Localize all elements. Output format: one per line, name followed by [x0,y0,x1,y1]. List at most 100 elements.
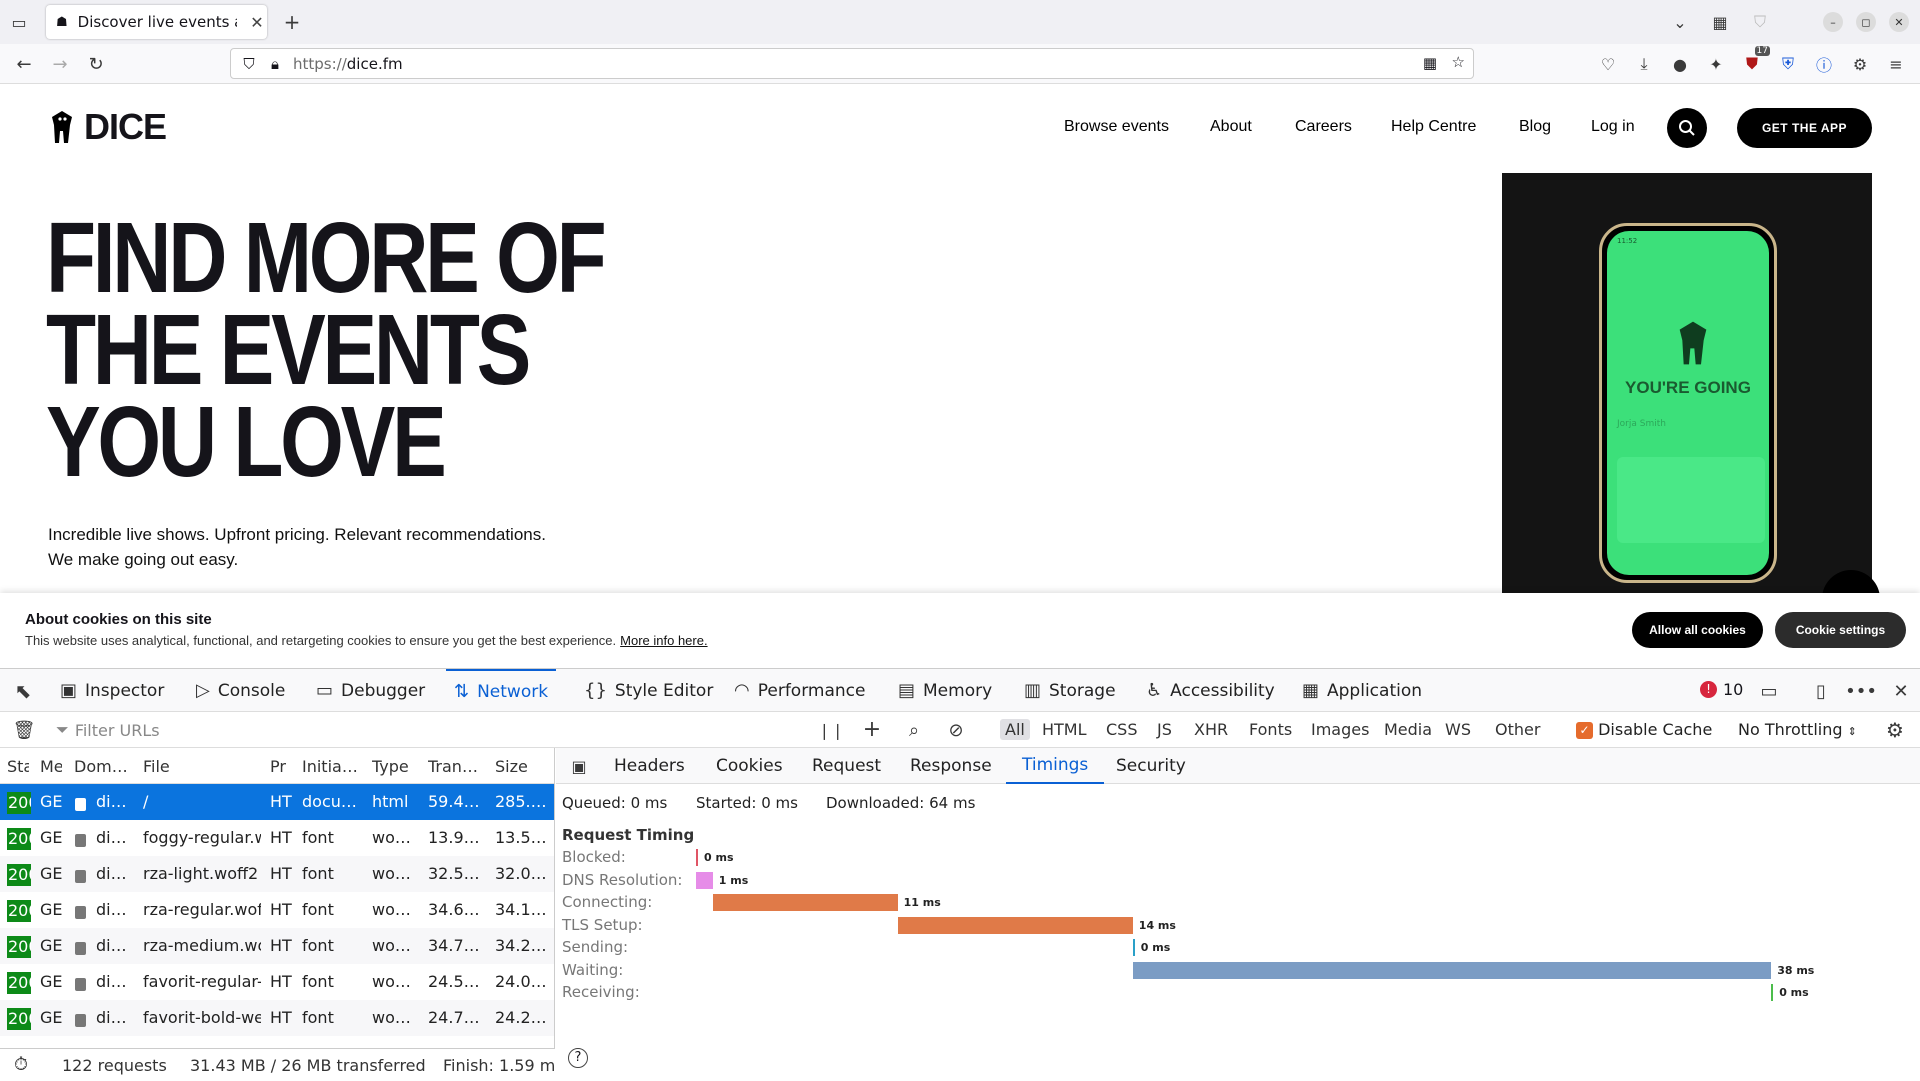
qr-code-icon[interactable]: ▦ [1423,54,1437,72]
detail-tab-cookies[interactable]: Cookies [716,748,783,784]
filter-ws[interactable]: WS [1440,719,1476,740]
url-bar[interactable]: ⛉ 🔒︎ https://dice.fm ▦ ☆ [230,48,1474,79]
column-type[interactable]: Type [372,757,417,776]
filter-urls-input[interactable]: ⏷ Filter URLs [56,719,796,741]
column-protocol[interactable]: Pr [270,757,294,776]
request-row[interactable]: 200 GET di… / HT docu… html 59.4… 285.… [0,784,554,820]
search-icon[interactable]: ⌕ [902,718,926,742]
back-icon[interactable]: ← [12,52,36,76]
detail-tab-request[interactable]: Request [812,748,881,784]
column-transferred[interactable]: Tran… [428,757,483,776]
request-row[interactable]: 200 GET di… foggy-regular.w HT font wo… 13.9… 13… [0,820,554,856]
maximize-window-icon[interactable]: ◻ [1856,12,1876,32]
column-size[interactable]: Size [495,757,550,776]
throttling-select[interactable]: No Throttling ⇕ [1738,720,1857,739]
block-icon[interactable]: ⊘ [944,718,968,742]
lock-icon[interactable]: 🔒︎ [265,55,285,73]
nav-careers[interactable]: Careers [1295,118,1352,136]
detail-tab-headers[interactable]: Headers [614,748,685,784]
network-settings-gear-icon[interactable]: ⚙ [1882,717,1908,743]
devtools-tab-network[interactable]: ⇅ Network [446,669,557,712]
nav-about[interactable]: About [1210,118,1252,136]
filter-xhr[interactable]: XHR [1189,719,1233,740]
pause-icon[interactable]: ❘❘ [818,719,845,741]
bitwarden-icon[interactable]: ⛨ [1776,52,1800,76]
new-tab-icon[interactable]: + [280,10,304,34]
extensions-grid-icon[interactable]: ▦ [1708,10,1732,34]
account-icon[interactable]: ● [1668,52,1692,76]
add-request-icon[interactable]: + [860,717,884,742]
detail-tab-timings[interactable]: Timings [1006,748,1105,784]
browser-tab[interactable]: ☗ Discover live events and ticke ✕ [46,5,267,39]
column-method[interactable]: Me [40,757,62,776]
dice-logo[interactable]: DICE [48,106,167,148]
filter-fonts[interactable]: Fonts [1244,719,1297,740]
privacy-icon[interactable]: ⛉ [1748,10,1772,34]
app-menu-icon[interactable]: ≡ [1884,52,1908,76]
nav-browse-events[interactable]: Browse events [1064,118,1169,136]
devtools-tab-application[interactable]: ▦ Application [1302,669,1422,712]
filter-all[interactable]: All [1000,719,1030,740]
more-options-icon[interactable]: ••• [1845,679,1877,703]
cookie-settings-button[interactable]: Cookie settings [1775,612,1906,648]
minimize-window-icon[interactable]: – [1823,12,1843,32]
tab-list-icon[interactable]: ▭ [8,12,30,32]
request-row[interactable]: 200 GET di… rza-light.woff2 HT font wo… 32.5… 32… [0,856,554,892]
devtools-tab-performance[interactable]: ◠ Performance [734,669,865,712]
nav-help-centre[interactable]: Help Centre [1391,118,1476,136]
column-domain[interactable]: Dom… [74,757,134,776]
search-button[interactable] [1667,108,1707,148]
request-row[interactable]: 200 GET di… favorit-regular-v HT font wo… 24.5…… [0,964,554,1000]
close-window-icon[interactable]: ✕ [1889,12,1909,32]
bookmark-star-icon[interactable]: ☆ [1452,53,1465,71]
close-devtools-icon[interactable]: ✕ [1888,679,1914,703]
help-icon[interactable]: ? [568,1048,588,1068]
disable-cache-checkbox[interactable]: ✓ Disable Cache [1576,720,1712,739]
list-all-tabs-icon[interactable]: ⌄ [1668,10,1692,34]
tab-label: Style Editor [614,680,714,701]
pocket-icon[interactable]: ♡ [1596,52,1620,76]
detail-tab-security[interactable]: Security [1116,748,1186,784]
filter-css[interactable]: CSS [1101,719,1142,740]
detail-tab-response[interactable]: Response [910,748,992,784]
filter-js[interactable]: JS [1152,719,1177,740]
filter-media[interactable]: Media [1379,719,1437,740]
filter-html[interactable]: HTML [1037,719,1092,740]
element-picker-icon[interactable]: ⬉ [10,679,36,703]
cookie-more-info-link[interactable]: More info here. [620,633,707,648]
toggle-sidebar-icon[interactable]: ▣ [568,755,590,777]
devtools-tab-debugger[interactable]: ▭ Debugger [316,669,425,712]
request-row[interactable]: 200 GET di… rza-medium.wo HT font wo… 34.7… 34.2… [0,928,554,964]
shield-icon[interactable]: ⛉ [239,55,259,73]
column-status[interactable]: Sta [7,757,29,776]
devtools-tab-inspector[interactable]: ▣ Inspector [60,669,164,712]
reload-icon[interactable]: ↻ [84,52,108,76]
nav-blog[interactable]: Blog [1519,118,1551,136]
downloads-icon[interactable]: ⤓ [1632,52,1656,76]
split-console-icon[interactable]: ▭ [1756,679,1782,703]
close-tab-icon[interactable]: ✕ [247,13,267,32]
filter-other[interactable]: Other [1490,719,1545,740]
filter-images[interactable]: Images [1306,719,1374,740]
devtools-tab-accessibility[interactable]: ♿︎ Accessibility [1146,669,1275,712]
trash-icon[interactable]: 🗑︎ [12,719,36,741]
column-initiator[interactable]: Initia… [302,757,360,776]
settings-gear-icon[interactable]: ⚙ [1848,52,1872,76]
devtools-tab-storage[interactable]: ▥ Storage [1024,669,1116,712]
column-file[interactable]: File [143,757,261,776]
forward-icon[interactable]: → [48,52,72,76]
allow-all-cookies-button[interactable]: Allow all cookies [1632,612,1763,648]
request-row[interactable]: 200 GET di… rza-regular.woff HT font wo… 34.6… 3… [0,892,554,928]
extensions-icon[interactable]: ✦ [1704,52,1728,76]
request-row[interactable]: 200 GET di… favorit-bold-wel HT font wo… 24.7… 2… [0,1000,554,1036]
stopwatch-icon[interactable]: ⏱ [14,1054,28,1075]
responsive-design-icon[interactable]: ▯ [1808,679,1834,703]
get-the-app-button[interactable]: GET THE APP [1737,108,1872,148]
devtools-tab-style-editor[interactable]: {} Style Editor [584,669,713,712]
error-counter[interactable]: ! 10 [1700,680,1743,699]
devtools-tab-console[interactable]: ▷ Console [196,669,285,712]
ublock-icon[interactable]: ⛊ 17 [1740,46,1770,76]
devtools-tab-memory[interactable]: ▤ Memory [898,669,992,712]
nav-log-in[interactable]: Log in [1591,118,1635,136]
onepassword-icon[interactable]: ⓘ [1812,52,1836,76]
